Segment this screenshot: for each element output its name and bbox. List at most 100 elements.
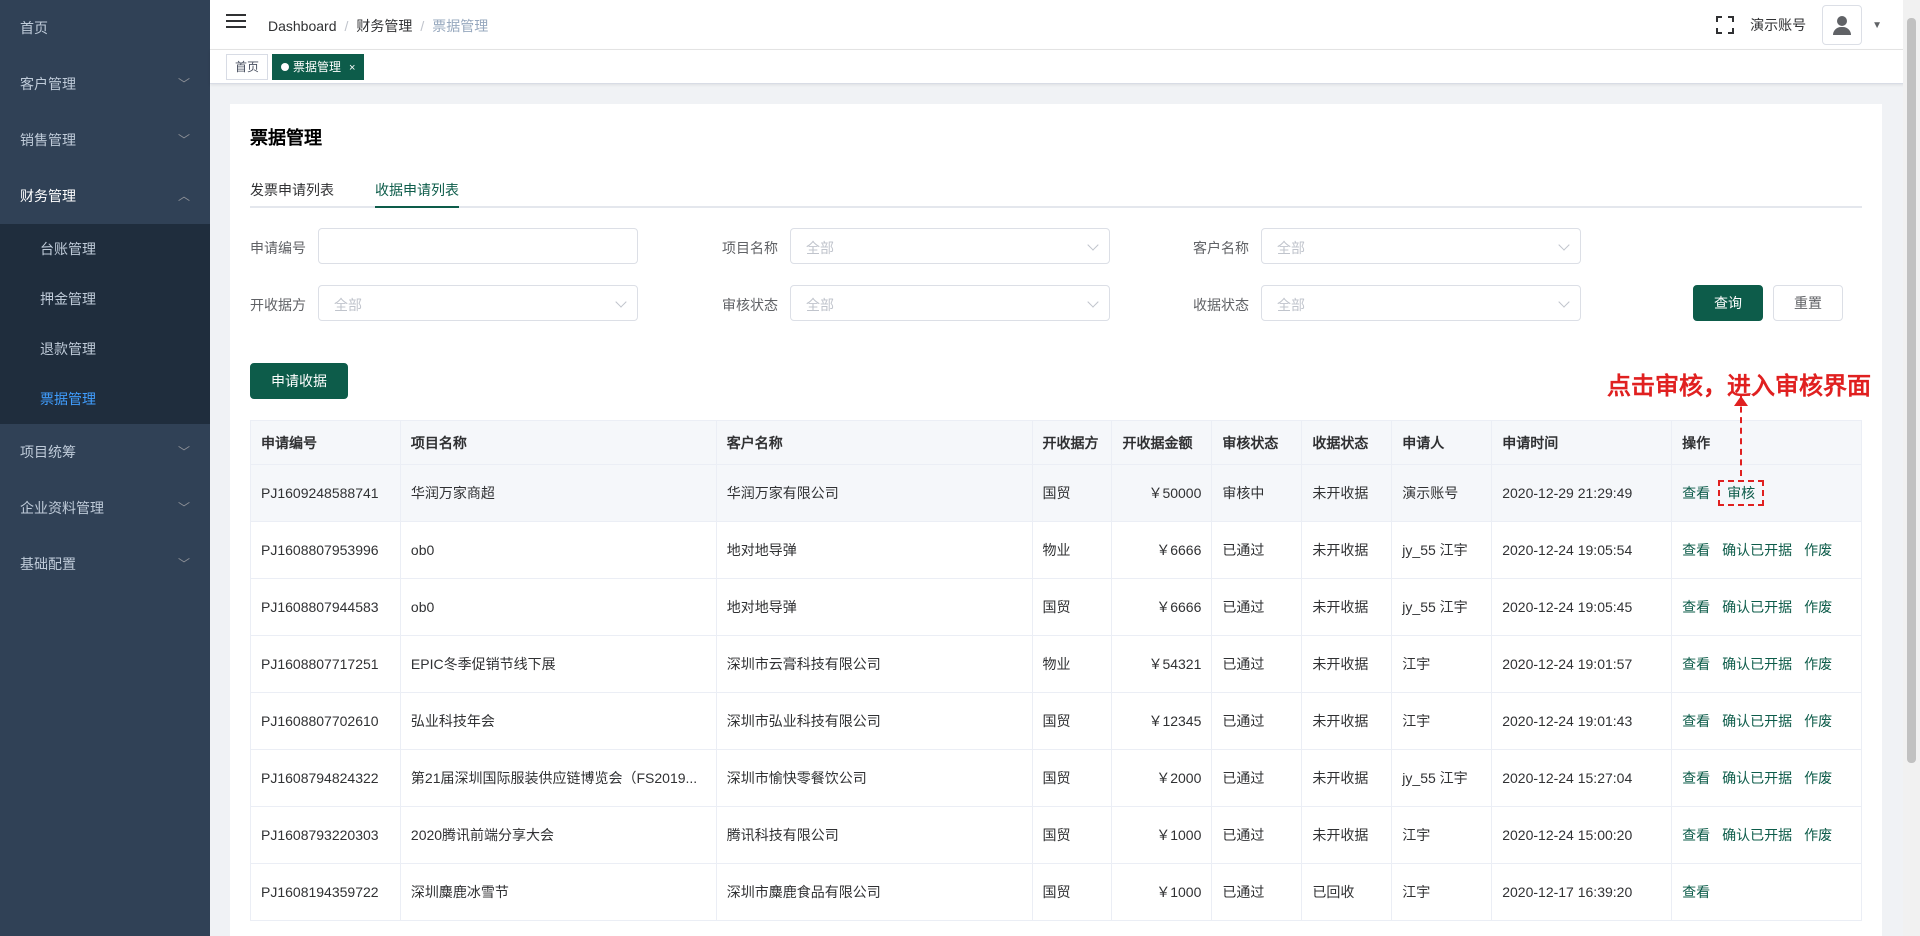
table-header-row: 申请编号 项目名称 客户名称 开收据方 开收据金额 审核状态 收据状态 申请人 … [251,421,1862,465]
void-link[interactable]: 作废 [1804,711,1832,731]
confirm-issued-link[interactable]: 确认已开据 [1722,597,1792,617]
header: Dashboard / 财务管理 / 票据管理 演示账号 ▼ [210,0,1920,50]
confirm-issued-link[interactable]: 确认已开据 [1722,654,1792,674]
project-select[interactable]: 全部 [790,228,1110,264]
void-link[interactable]: 作废 [1804,825,1832,845]
view-link[interactable]: 查看 [1682,768,1710,788]
table-cell-project: ob0 [400,522,717,579]
column-header: 开收据方 [1032,421,1113,465]
confirm-issued-link[interactable]: 确认已开据 [1722,825,1792,845]
issuer-select[interactable]: 全部 [318,285,638,321]
query-button[interactable]: 查询 [1693,285,1763,321]
table-cell-actions: 查看 确认已开据 作废 [1672,522,1862,579]
column-header: 开收据金额 [1112,421,1213,465]
tab-active-bar [375,206,459,208]
table-cell-customer: 深圳市弘业科技有限公司 [716,693,1033,750]
tag-home[interactable]: 首页 [226,54,269,80]
table-cell-time: 2020-12-24 19:05:45 [1492,579,1673,636]
cell-text: 2020-12-17 16:39:20 [1502,884,1633,900]
tab-invoice-list[interactable]: 发票申请列表 [250,180,334,200]
table-cell-applicant: 江宇 [1392,636,1493,693]
audit-link[interactable]: 审核 [1718,480,1765,506]
avatar[interactable] [1822,5,1863,45]
view-link[interactable]: 查看 [1682,540,1710,560]
active-dot-icon [281,63,289,71]
table-row: PJ1608807953996 ob0 地对地导弹 物业 ￥6666 已通过 未开收据 jy_… [251,522,1862,579]
view-link[interactable]: 查看 [1682,882,1710,902]
cell-text: jy_55 江宇 [1402,770,1468,786]
void-link[interactable]: 作废 [1804,540,1832,560]
table-cell-project: EPIC冬季促销节线下展 [400,636,717,693]
breadcrumb-finance[interactable]: 财务管理 [356,18,412,34]
table-cell-project: 深圳麋鹿冰雪节 [400,864,717,921]
customer-select[interactable]: 全部 [1261,228,1581,264]
fullscreen-icon[interactable] [1716,16,1735,34]
user-icon [1833,15,1852,35]
void-link[interactable]: 作废 [1804,654,1832,674]
apply-receipt-button[interactable]: 申请收据 [250,363,348,399]
void-link[interactable]: 作废 [1804,768,1832,788]
reset-button[interactable]: 重置 [1773,285,1843,321]
sidebar-item-enterprise[interactable]: 企业资料管理 ﹀ [0,480,210,536]
tag-receipts[interactable]: 票据管理 × [272,54,365,80]
tabs: 发票申请列表 收据申请列表 [250,170,1862,208]
hamburger-icon[interactable] [226,14,246,34]
column-header: 申请人 [1392,421,1493,465]
cell-text: ￥1000 [1156,884,1202,900]
receipt-status-select[interactable]: 全部 [1261,285,1581,321]
view-link[interactable]: 查看 [1682,825,1710,845]
table-cell-issuer: 国贸 [1032,579,1113,636]
table-cell-applicant: 江宇 [1392,807,1493,864]
column-header: 客户名称 [716,421,1033,465]
scrollbar-thumb[interactable] [1907,18,1916,763]
caret-down-icon[interactable]: ▼ [1872,20,1882,31]
cell-text: 未开收据 [1312,770,1369,786]
cell-text: PJ1608807944583 [261,599,379,615]
view-link[interactable]: 查看 [1682,711,1710,731]
cell-text: PJ1608793220303 [261,827,379,843]
sidebar-item-config[interactable]: 基础配置 ﹀ [0,536,210,592]
audit-status-select[interactable]: 全部 [790,285,1110,321]
sidebar-item-sales[interactable]: 销售管理 ﹀ [0,112,210,168]
sidebar-item-projects[interactable]: 项目统筹 ﹀ [0,424,210,480]
void-link[interactable]: 作废 [1804,597,1832,617]
view-link[interactable]: 查看 [1682,597,1710,617]
tab-receipt-list[interactable]: 收据申请列表 [375,180,459,200]
confirm-issued-link[interactable]: 确认已开据 [1722,768,1792,788]
sidebar-item-ledger[interactable]: 台账管理 [0,224,210,274]
table-cell-no: PJ1608807953996 [251,522,401,579]
cell-text: 已通过 [1222,713,1265,729]
cell-text: 2020-12-24 19:01:57 [1502,656,1633,672]
cell-text: 物业 [1042,542,1071,558]
column-header: 操作 [1672,421,1862,465]
apply-no-input[interactable] [318,228,638,264]
cell-text: 深圳麋鹿冰雪节 [410,883,509,900]
table-cell-amount: ￥50000 [1112,465,1213,522]
issuer-label: 开收据方 [250,297,306,313]
cell-text: 已通过 [1222,542,1265,558]
column-header: 收据状态 [1302,421,1393,465]
cell-text: 地对地导弹 [726,599,797,615]
table-row: PJ1608793220303 2020腾讯前端分享大会 腾讯科技有限公司 国贸 ￥10… [251,807,1862,864]
chevron-down-icon [1558,296,1570,308]
cell-text: 深圳市弘业科技有限公司 [726,713,881,729]
table-cell-applicant: 江宇 [1392,693,1493,750]
sidebar-item-finance[interactable]: 财务管理 ︿ [0,168,210,224]
sidebar-item-refund[interactable]: 退款管理 [0,324,210,374]
sidebar-item-receipts[interactable]: 票据管理 [0,374,210,424]
view-link[interactable]: 查看 [1682,654,1710,674]
table-cell-issuer: 物业 [1032,636,1113,693]
confirm-issued-link[interactable]: 确认已开据 [1722,711,1792,731]
confirm-issued-link[interactable]: 确认已开据 [1722,540,1792,560]
cell-text: 未开收据 [1312,656,1369,672]
chevron-down-icon [1087,239,1099,251]
scrollbar[interactable] [1903,0,1920,936]
close-icon[interactable]: × [349,62,355,74]
breadcrumb-dashboard[interactable]: Dashboard [268,18,337,34]
cell-text: 2020-12-29 21:29:49 [1502,485,1633,501]
view-link[interactable]: 查看 [1682,483,1710,503]
sidebar-item-home[interactable]: 首页 [0,0,210,56]
sidebar-item-deposit[interactable]: 押金管理 [0,274,210,324]
chevron-down-icon [1087,296,1099,308]
sidebar-item-customer[interactable]: 客户管理 ﹀ [0,56,210,112]
